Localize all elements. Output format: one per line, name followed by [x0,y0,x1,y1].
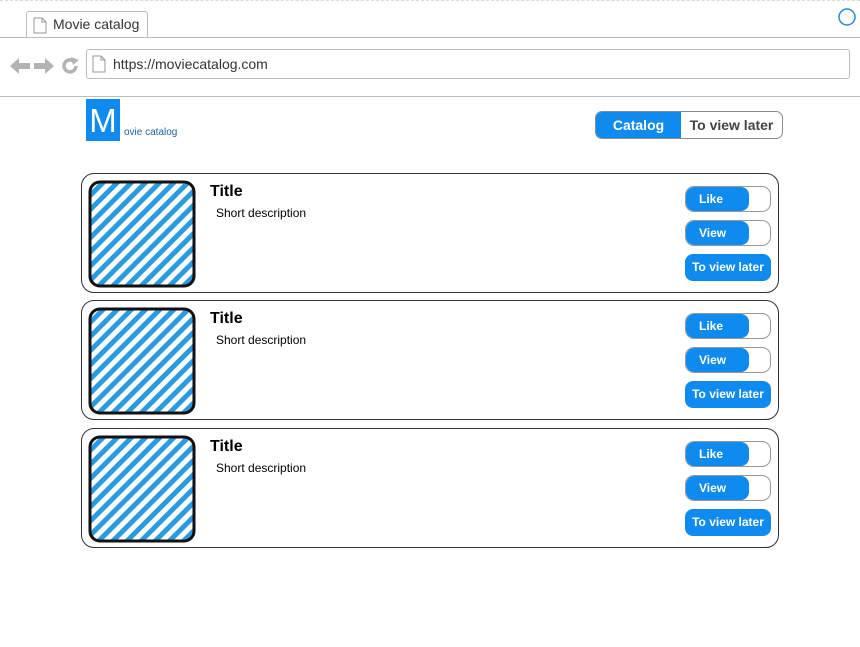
browser-tab-bar: Movie catalog [0,0,860,38]
to-view-later-button[interactable]: To view later [685,381,771,408]
view-switcher: Catalog To view later [595,111,783,139]
view-toggle[interactable]: View [685,475,771,501]
logo-text: ovie catalog [124,127,178,138]
forward-arrow-icon[interactable] [33,56,55,76]
like-toggle-label: Like [686,442,749,466]
image-placeholder-icon [88,307,196,415]
movie-card: Title Short description Like View To vie… [81,428,779,548]
like-toggle[interactable]: Like [685,441,771,467]
logo[interactable]: M [86,99,120,141]
tab-catalog[interactable]: Catalog [596,112,681,138]
browser-nav-bar: https://moviecatalog.com [0,38,860,97]
tab-title: Movie catalog [53,16,140,32]
movie-title: Title [210,438,243,455]
movie-description: Short description [216,206,307,220]
back-arrow-icon[interactable] [9,56,31,76]
view-toggle[interactable]: View [685,220,771,246]
page-icon [33,17,47,34]
movie-description: Short description [216,461,307,475]
tab-to-view-later[interactable]: To view later [681,112,782,138]
like-toggle[interactable]: Like [685,313,771,339]
movie-card: Title Short description Like View To vie… [81,173,779,293]
movie-description: Short description [216,333,307,347]
view-toggle-label: View [686,348,749,372]
movie-title: Title [210,310,243,327]
page-icon [92,55,106,73]
logo-letter: M [89,102,117,139]
browser-tab[interactable]: Movie catalog [26,11,148,37]
reload-icon[interactable] [60,56,80,76]
to-view-later-button[interactable]: To view later [685,254,771,281]
image-placeholder-icon [88,435,196,543]
movie-card: Title Short description Like View To vie… [81,300,779,420]
image-placeholder-icon [88,180,196,288]
movie-title: Title [210,183,243,200]
address-bar[interactable]: https://moviecatalog.com [86,49,850,79]
to-view-later-button[interactable]: To view later [685,509,771,536]
view-toggle-label: View [686,221,749,245]
url-text: https://moviecatalog.com [113,56,268,72]
view-toggle-label: View [686,476,749,500]
like-toggle-label: Like [686,314,749,338]
like-toggle[interactable]: Like [685,186,771,212]
loading-icon [838,8,856,26]
view-toggle[interactable]: View [685,347,771,373]
like-toggle-label: Like [686,187,749,211]
